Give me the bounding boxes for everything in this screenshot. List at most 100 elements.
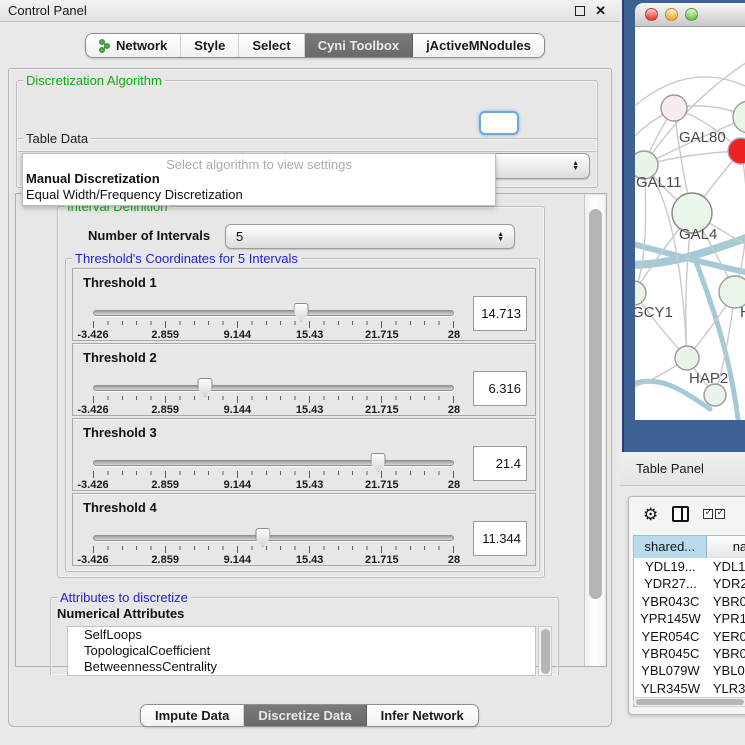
tab-select[interactable]: Select (239, 34, 304, 57)
algorithm-dropdown-popup: Select algorithm to view settings Manual… (22, 153, 496, 206)
tick-label: 15.43 (296, 554, 324, 566)
tab-network[interactable]: Network (86, 34, 181, 57)
tick-label: 2.859 (151, 404, 179, 416)
tab-cyni-toolbox[interactable]: Cyni Toolbox (305, 34, 413, 57)
threshold-1-value-field[interactable]: 14.713 (473, 296, 527, 331)
attributes-list-scrollbar[interactable] (538, 626, 552, 676)
select-columns-icon[interactable] (703, 509, 725, 519)
threshold-3-value-field[interactable]: 21.4 (473, 446, 527, 481)
scrollbar-thumb[interactable] (636, 699, 744, 705)
checkbox-icon (703, 509, 713, 519)
tick-label: 15.43 (296, 404, 324, 416)
table-settings-gear-icon[interactable]: ⚙ (643, 506, 658, 523)
tick-label: 9.144 (224, 329, 252, 341)
threshold-4-slider[interactable]: -3.426 2.859 9.144 15.43 21.715 28 (93, 532, 454, 566)
cell-name: YBR0 (707, 645, 745, 662)
tick-label: 28 (448, 479, 460, 491)
threshold-1-label: Threshold 1 (83, 275, 157, 290)
table-row[interactable]: YER054C YER0 (634, 628, 745, 645)
node-label-gal80: GAL80 (679, 129, 726, 146)
list-item[interactable]: BetweennessCentrality (68, 659, 535, 675)
tick-label: 9.144 (224, 554, 252, 566)
table-panel: ⚙ shared... na YDL19... YDL1 YDR27... YD… (628, 496, 745, 715)
slider-ticks (93, 470, 454, 478)
settings-vertical-scrollbar[interactable] (584, 195, 605, 666)
slider-ticks (93, 320, 454, 328)
algorithm-combobox[interactable] (479, 111, 519, 135)
tick-label: 2.859 (151, 479, 179, 491)
tick-label: 2.859 (151, 329, 179, 341)
tick-label: -3.426 (77, 404, 108, 416)
thresholds-group: Threshold's Coordinates for 5 Intervals … (65, 258, 540, 572)
column-header-name[interactable]: na (707, 536, 745, 558)
algorithm-option-manual[interactable]: Manual Discretization (23, 171, 495, 187)
column-header-shared-name[interactable]: shared... (634, 536, 707, 558)
network-graph: GAL80 GA C GAL11 GAL4 GCY1 H HAP2 (635, 27, 745, 420)
cell-name: YBR0 (707, 593, 745, 610)
app-root: Control Panel ✕ Network (0, 0, 745, 745)
close-traffic-light-icon[interactable] (645, 8, 658, 21)
threshold-3-label: Threshold 3 (83, 425, 157, 440)
slider-track[interactable] (93, 535, 454, 541)
threshold-2-slider[interactable]: -3.426 2.859 9.144 15.43 21.715 28 (93, 382, 454, 416)
node-gcy1[interactable] (635, 281, 646, 305)
list-item[interactable]: TopologicalCoefficient (68, 643, 535, 659)
node-partial-top-right[interactable] (733, 101, 745, 133)
combo-stepper-icon: ▲▼ (572, 161, 579, 171)
algorithm-prompt-option[interactable]: Select algorithm to view settings (23, 154, 495, 171)
network-window-titlebar[interactable] (635, 3, 745, 27)
network-canvas[interactable]: GAL80 GA C GAL11 GAL4 GCY1 H HAP2 (635, 27, 745, 420)
tab-network-label: Network (116, 38, 167, 53)
number-of-intervals-label: Number of Intervals (88, 228, 210, 243)
threshold-4-value-field[interactable]: 11.344 (473, 521, 527, 556)
number-of-intervals-combobox[interactable]: 5 ▲▼ (225, 224, 515, 249)
threshold-2-label: Threshold 2 (83, 350, 157, 365)
control-panel-tabs: Network Style Select Cyni Toolbox jActiv… (85, 33, 545, 58)
threshold-3-panel: Threshold 3 -3.426 2.859 9.144 15.43 (72, 418, 536, 491)
table-row[interactable]: YBR045C YBR0 (634, 645, 745, 662)
node-hap2[interactable] (675, 346, 699, 370)
table-row[interactable]: YLR345W YLR3 (634, 680, 745, 697)
tab-impute-data[interactable]: Impute Data (141, 705, 244, 726)
threshold-3-slider[interactable]: -3.426 2.859 9.144 15.43 21.715 28 (93, 457, 454, 491)
tab-discretize-data-label: Discretize Data (258, 708, 351, 723)
attributes-group-label: Attributes to discretize (57, 590, 191, 605)
float-window-icon[interactable] (575, 6, 585, 16)
tab-jactivemnodules[interactable]: jActiveMNodules (413, 34, 544, 57)
node-gal80[interactable] (661, 95, 687, 121)
threshold-1-slider[interactable]: -3.426 2.859 9.144 15.43 21.715 28 (93, 307, 454, 341)
cell-shared-name: YBR043C (634, 593, 707, 610)
table-row[interactable]: YPR145W YPR1 (634, 610, 745, 627)
combo-stepper-icon: ▲▼ (497, 232, 504, 242)
cell-shared-name: YPR145W (634, 610, 707, 627)
interval-definition-group: Interval Definition Number of Intervals … (57, 206, 545, 578)
table-row[interactable]: YBL079W YBL0 (634, 662, 745, 679)
threshold-2-value-field[interactable]: 6.316 (473, 371, 527, 406)
slider-track[interactable] (93, 310, 454, 316)
tick-label: 21.715 (365, 554, 399, 566)
table-row[interactable]: YDL19... YDL1 (634, 558, 745, 575)
list-item[interactable]: SelfLoops (68, 627, 535, 643)
node-label-partial-h: H (740, 304, 745, 321)
algorithm-option-equal-width[interactable]: Equal Width/Frequency Discretization (23, 187, 495, 203)
thresholds-group-label: Threshold's Coordinates for 5 Intervals (72, 251, 301, 266)
minimize-traffic-light-icon[interactable] (665, 8, 678, 21)
column-layout-icon[interactable] (672, 506, 689, 522)
table-row[interactable]: YDR27... YDR2 (634, 575, 745, 592)
tab-infer-network[interactable]: Infer Network (367, 705, 478, 726)
tab-style[interactable]: Style (181, 34, 239, 57)
control-panel-titlebar: Control Panel ✕ (0, 0, 620, 22)
node-bottom-partial[interactable] (704, 384, 726, 406)
network-view-window: GAL80 GA C GAL11 GAL4 GCY1 H HAP2 (622, 0, 745, 452)
numerical-attributes-list[interactable]: SelfLoops TopologicalCoefficient Between… (67, 626, 536, 676)
close-icon[interactable]: ✕ (595, 6, 606, 16)
cell-name: YDR2 (707, 575, 745, 592)
zoom-traffic-light-icon[interactable] (685, 8, 698, 21)
cell-shared-name: YBR045C (634, 645, 707, 662)
tab-discretize-data[interactable]: Discretize Data (244, 705, 366, 726)
slider-track[interactable] (93, 460, 454, 466)
table-horizontal-scrollbar[interactable] (633, 697, 745, 707)
scrollbar-thumb[interactable] (589, 209, 602, 599)
table-row[interactable]: YBR043C YBR0 (634, 593, 745, 610)
slider-track[interactable] (93, 385, 454, 391)
